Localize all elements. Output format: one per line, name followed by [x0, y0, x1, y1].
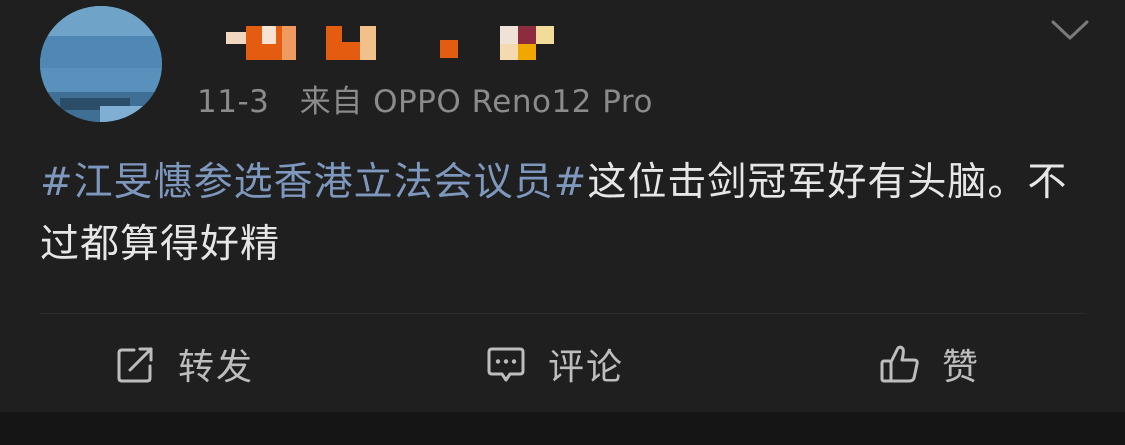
share-icon: [114, 342, 158, 386]
post-date: 11-3: [197, 84, 270, 120]
post-source: 来自 OPPO Reno12 Pro: [299, 84, 653, 120]
comment-label: 评论: [548, 347, 625, 388]
post-card: 11-3 来自 OPPO Reno12 Pro #江旻憓参选香港立法会议员#这位…: [0, 0, 1125, 412]
post-content: #江旻憓参选香港立法会议员#这位击剑冠军好有头脑。不过都算得好精: [40, 152, 1080, 276]
like-label: 赞: [942, 347, 981, 388]
comment-icon: [484, 342, 528, 386]
post-meta: 11-3 来自 OPPO Reno12 Pro: [197, 76, 653, 121]
repost-label: 转发: [178, 347, 255, 388]
repost-button[interactable]: 转发: [114, 338, 254, 390]
divider: [40, 313, 1085, 314]
comment-button[interactable]: 评论: [484, 338, 624, 390]
thumbs-up-icon: [878, 342, 922, 386]
avatar[interactable]: [40, 6, 162, 122]
topic-link[interactable]: #江旻憓参选香港立法会议员#: [40, 160, 587, 205]
username-obscured[interactable]: [218, 22, 568, 72]
like-button[interactable]: 赞: [878, 338, 980, 390]
chevron-down-icon[interactable]: [1050, 14, 1090, 44]
bottom-strip: [0, 412, 1125, 445]
